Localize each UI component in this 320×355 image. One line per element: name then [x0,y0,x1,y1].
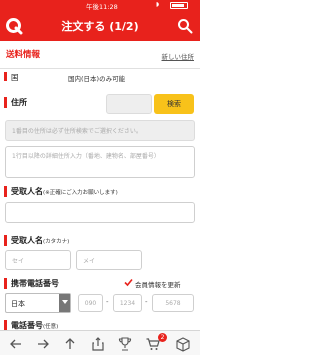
country-label: 国 [11,73,19,82]
status-bar: 午後11:28 ◗ [0,0,200,11]
recipient-label: 受取人名(※正確にご入力お願いします) [11,186,118,197]
field-marker [4,72,7,81]
box-icon[interactable] [175,336,191,352]
cart-count-badge: 2 [158,333,167,342]
field-marker [4,235,7,246]
field-marker [4,97,7,108]
new-address-link[interactable]: 新しい住所 [162,51,195,61]
recipient-kana-note: (カタカナ) [43,239,70,245]
mei-field[interactable]: メイ [76,250,142,270]
recipient-kana-label: 受取人名(カタカナ) [11,235,69,246]
scroll-top-icon[interactable] [62,336,78,352]
recipient-label-text: 受取人名 [11,187,43,196]
back-arrow-icon[interactable] [8,336,24,352]
recipient-kana-label-text: 受取人名 [11,236,43,245]
sei-field[interactable]: セイ [5,250,71,270]
page-title: 注文する (1/2) [61,20,139,33]
address-line1-field[interactable]: 1番目の住所は必ず住所検索でご選択ください。 [5,120,195,141]
phone-part1-field[interactable]: 090 [78,294,103,312]
shipping-section-header: 送料情報 新しい住所 [0,41,200,69]
app-bar: 注文する (1/2) [0,11,200,41]
address-label: 住所 [11,98,27,107]
address-line2-field[interactable]: 1行目以降の詳細住所入力（番地、建物名、部屋番号） [5,146,195,178]
trophy-icon[interactable] [117,336,133,352]
phone-separator: - [145,298,148,306]
recipient-name-field[interactable] [5,202,195,223]
field-marker [4,186,7,197]
bottom-toolbar: 2 [0,330,200,355]
phone-number-label-text: 電話番号 [11,321,43,330]
section-title: 送料情報 [6,50,41,60]
update-member-info-checkbox[interactable]: 会員情報を更新 [135,279,181,289]
field-marker [4,320,7,330]
phone-part3-field[interactable]: 5678 [152,294,194,312]
chevron-down-icon [59,294,70,312]
status-time: 午後11:28 [86,3,118,11]
phone-part2-field[interactable]: 1234 [113,294,142,312]
recipient-note: (※正確にご入力お願いします) [43,190,118,196]
postal-code-field[interactable] [106,94,152,114]
share-icon[interactable] [90,336,106,352]
phone-label: 携帯電話番号 [11,279,59,288]
checkmark-icon[interactable] [124,278,133,287]
phone-country-value: 日本 [11,300,25,308]
country-value: 国内(日本)のみ可能 [68,75,126,83]
search-icon[interactable] [177,18,193,34]
wifi-icon: ◗ [156,1,160,8]
phone-country-select[interactable]: 日本 [5,293,71,313]
phone-separator: - [106,298,109,306]
forward-arrow-icon[interactable] [35,336,51,352]
field-marker [4,278,7,289]
battery-icon [170,2,188,9]
address-search-button[interactable]: 検索 [154,94,194,114]
